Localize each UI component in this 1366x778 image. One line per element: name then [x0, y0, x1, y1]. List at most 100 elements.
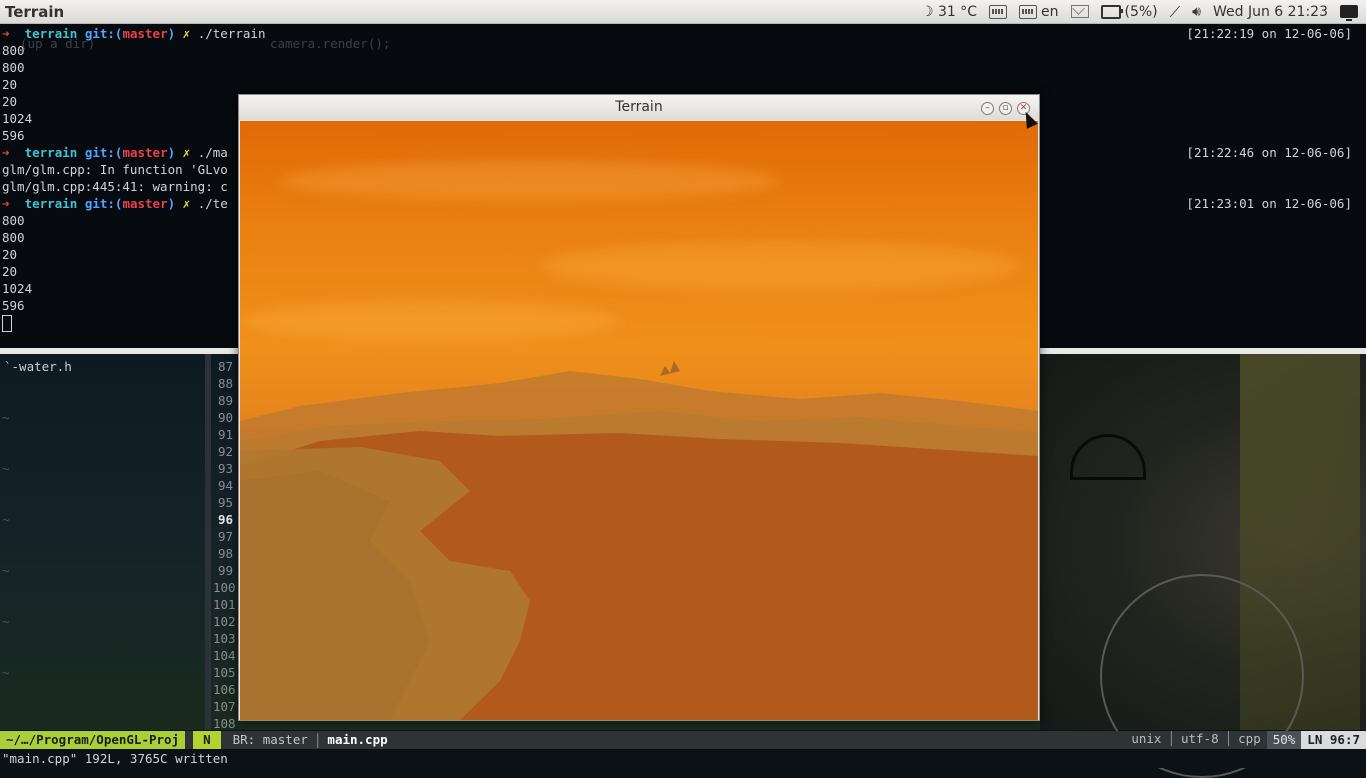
status-ln-label: LN	[1307, 732, 1323, 747]
git-label: git:(	[84, 196, 123, 211]
clock[interactable]: Wed Jun 6 21:23	[1213, 4, 1328, 20]
output-line: 20	[2, 247, 18, 262]
volume-icon[interactable]: 🔊︎	[1192, 4, 1201, 20]
output-line: 20	[2, 94, 18, 109]
terminal-cursor-line[interactable]	[2, 314, 12, 332]
terrain-window-title: Terrain	[615, 99, 663, 115]
line-number: 105	[213, 665, 236, 680]
status-mode: N	[193, 731, 221, 749]
git-close: )	[167, 145, 176, 160]
line-number: 90	[217, 410, 233, 425]
session-monitor-icon[interactable]	[1340, 5, 1358, 21]
language-indicator[interactable]: en	[1019, 4, 1059, 20]
line-number: 94	[217, 478, 233, 493]
output-line: 596	[2, 298, 25, 313]
line-number: 106	[213, 682, 236, 697]
distant-castle	[660, 361, 680, 376]
opengl-viewport[interactable]	[240, 121, 1038, 720]
terminal-cursor	[2, 315, 12, 332]
prompt-line-1: ➜ terrain git:(master) ✗ ./terrain	[2, 25, 265, 42]
active-app-title: Terrain	[5, 2, 65, 21]
wallpaper-line	[1070, 434, 1146, 480]
line-number: 96	[217, 512, 233, 527]
network-icon[interactable]: ⟋	[1170, 3, 1181, 21]
output-line: 800	[2, 230, 25, 245]
battery-percent: (5%)	[1124, 3, 1158, 20]
terrain-window[interactable]: Terrain – ▫ ✕	[238, 94, 1040, 721]
output-line: 20	[2, 77, 18, 92]
prompt-arrow-icon: ➜	[2, 26, 10, 41]
maximize-button[interactable]: ▫	[999, 102, 1012, 115]
tree-item[interactable]: `-water.h	[4, 358, 72, 375]
git-close: )	[167, 196, 176, 211]
line-number: 87	[217, 359, 233, 374]
prompt-arrow-icon: ➜	[2, 196, 10, 211]
status-position-value: 96:7	[1329, 732, 1360, 747]
line-number: 103	[213, 631, 236, 646]
line-number: 97	[217, 529, 233, 544]
terrain-scene	[240, 361, 1038, 720]
git-branch: master	[122, 26, 168, 41]
command: ./terrain	[197, 26, 266, 41]
mail-icon[interactable]	[1070, 5, 1089, 18]
prompt-arrow-icon: ➜	[2, 145, 10, 160]
line-number: 99	[217, 563, 233, 578]
status-position: LN 96:7	[1301, 731, 1366, 749]
language-label: en	[1041, 3, 1059, 20]
maximize-icon: ▫	[1002, 103, 1009, 113]
line-number: 89	[217, 393, 233, 408]
status-percent: 50%	[1266, 731, 1302, 749]
keyboard-layout-icon	[1019, 4, 1037, 19]
output-line: 1024	[2, 111, 33, 126]
prompt-line-3: ➜ terrain git:(master) ✗ ./te	[2, 195, 228, 212]
battery-icon	[1100, 4, 1123, 19]
output-line: 1024	[2, 281, 33, 296]
status-file: main.cpp	[327, 732, 388, 747]
vertical-split[interactable]	[205, 354, 211, 730]
dirty-mark: ✗	[182, 145, 191, 160]
vim-statusline: ~/…/Program/OpenGL-Proj N BR: master │ m…	[0, 731, 1366, 749]
line-number: 95	[217, 495, 233, 510]
warning-line: glm/glm.cpp:445:41: warning: c	[2, 179, 228, 194]
output-line: 800	[2, 60, 25, 75]
status-divider: │	[1224, 731, 1233, 746]
weather-indicator[interactable]: ☽ 31 °C	[921, 4, 977, 20]
prompt-dir: terrain	[24, 145, 78, 160]
empty-line-marker: ~	[2, 563, 10, 578]
line-number: 88	[217, 376, 233, 391]
timestamp-1: [21:22:19 on 12-06-06]	[1186, 26, 1352, 41]
line-number: 93	[217, 461, 233, 476]
prompt-line-2: ➜ terrain git:(master) ✗ ./ma	[2, 144, 228, 161]
wallpaper-art	[1040, 354, 1366, 778]
status-format: unix	[1131, 731, 1162, 746]
timestamp-3: [21:23:01 on 12-06-06]	[1186, 196, 1352, 211]
battery-indicator[interactable]: (5%)	[1100, 3, 1158, 20]
line-number: 100	[213, 580, 236, 595]
empty-line-marker: ~	[2, 512, 10, 527]
status-filetype: cpp	[1238, 731, 1261, 746]
nerdtree-pane[interactable]: `-water.h ~ ~ ~ ~ ~ ~	[0, 354, 205, 730]
status-divider: │	[313, 732, 322, 748]
line-number: 92	[217, 444, 233, 459]
git-close: )	[167, 26, 176, 41]
status-branch: BR: master	[232, 732, 308, 747]
line-number: 102	[213, 614, 236, 629]
status-encoding: utf-8	[1180, 731, 1219, 746]
vim-command-line[interactable]: "main.cpp" 192L, 3765C written	[0, 749, 1366, 768]
git-label: git:(	[84, 26, 123, 41]
output-line: 20	[2, 264, 18, 279]
git-branch: master	[122, 145, 168, 160]
prompt-dir: terrain	[24, 26, 78, 41]
line-number: 98	[217, 546, 233, 561]
output-line: 800	[2, 43, 25, 58]
keyboard-icon[interactable]	[989, 4, 1007, 19]
timestamp-2: [21:22:46 on 12-06-06]	[1186, 145, 1352, 160]
terrain-window-titlebar[interactable]: Terrain – ▫ ✕	[239, 95, 1039, 120]
prompt-dir: terrain	[24, 196, 78, 211]
line-number: 101	[213, 597, 236, 612]
minimize-button[interactable]: –	[981, 102, 994, 115]
output-line: 596	[2, 128, 25, 143]
line-number: 108	[213, 716, 236, 730]
line-number: 104	[213, 648, 236, 663]
line-number: 107	[213, 699, 236, 714]
